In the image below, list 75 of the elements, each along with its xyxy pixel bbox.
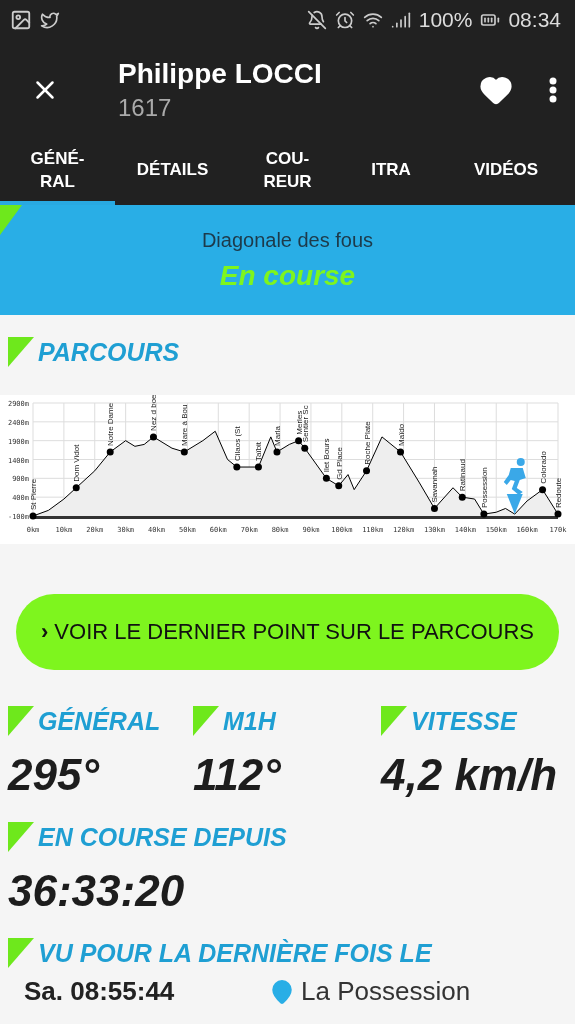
battery-percent: 100% [418,8,473,32]
waypoint-dot [254,463,262,471]
triangle-marker-icon [381,706,407,736]
triangle-marker-icon [8,822,34,852]
waypoint-label: Taïbit [254,441,264,462]
waypoint-label: Marla [272,425,282,446]
waypoint-dot [539,486,547,494]
waypoint-dot [458,493,466,501]
location-pin-icon [269,978,295,1005]
waypoint-label: Ilet Bours [322,438,332,473]
section-heading: GÉNÉRAL [38,707,161,736]
menu-button[interactable] [549,77,557,103]
triangle-marker-icon [8,337,34,367]
waypoint-dot [397,448,404,456]
waypoint-dot [149,433,157,441]
waypoint-dot [480,510,488,518]
waypoint-label: Nez d boe [149,395,159,431]
waypoint-label: St Pierre [29,478,38,510]
waypoint-label: Merles [294,410,304,435]
waypoint-dot [335,482,343,490]
alarm-icon [334,10,355,30]
waypoint-label: Gd Place [334,446,344,480]
waypoint-dot [72,484,80,492]
runner-icon [503,458,526,514]
waypoint-label: Mare à Bou [180,404,190,446]
tab[interactable]: ITRA [345,140,437,205]
waypoint-dot [106,448,114,456]
elapsed-time: 36:33:20 [8,866,186,916]
waypoint-label: Ratinaud [458,459,468,492]
waypoint-label: Redoute [554,477,563,509]
show-last-point-button[interactable]: › VOIR LE DERNIER POINT SUR LE PARCOURS [16,594,559,670]
waypoint-dot [430,504,438,512]
section-heading: VITESSE [411,707,517,736]
mute-icon [306,10,327,30]
waypoint-dot [273,448,281,456]
section-heading: EN COURSE DEPUIS [38,823,287,852]
triangle-marker-icon [193,706,219,736]
wifi-icon [362,10,383,30]
waypoint-dot [29,512,37,520]
more-icon [549,77,557,103]
section-heading: PARCOURS [38,338,180,367]
waypoint-label: Maïdo [396,423,406,446]
race-name: Diagonale des fous [201,228,374,252]
image-icon [10,9,32,31]
waypoint-dot [180,448,188,456]
bib-number: 1617 [118,94,173,122]
signal-icon [390,10,411,30]
waypoint-label: Savannah [430,466,440,503]
triangle-marker-icon [8,706,34,736]
waypoint-label: Cilaos (St [232,426,242,462]
waypoint-dot [554,510,562,518]
waypoint-dot [233,463,241,471]
waypoint-dot [322,474,330,482]
tab[interactable]: COU- REUR [230,140,345,205]
stat-value: 295° [8,750,101,800]
last-seen-time: Sa. 08:55:44 [24,976,176,1007]
waypoint-label: Dom Vidot [72,444,82,482]
waypoint-label: Roche Plate [362,421,372,465]
tab[interactable]: DÉTAILS [115,140,230,205]
runner-name: Philippe LOCCI [118,58,323,90]
last-seen-place: La Possession [301,976,471,1007]
waypoint-label: Colorado [538,451,548,484]
section-heading: VU POUR LA DERNIÈRE FOIS LE [38,939,432,968]
clock: 08:34 [508,8,561,32]
section-heading: M1H [223,707,276,736]
waypoint-label: Notre Dame [106,402,116,446]
bird-icon [40,10,60,30]
triangle-marker-icon [8,938,34,968]
stat-value: 4,2 km/h [381,750,559,800]
triangle-marker-icon [0,205,22,235]
race-status: En course [219,259,356,292]
stat-value: 112° [193,750,282,800]
waypoint-dot [363,467,371,475]
waypoint-label: Possession [479,467,489,509]
tab[interactable]: VIDÉOS [437,140,575,205]
